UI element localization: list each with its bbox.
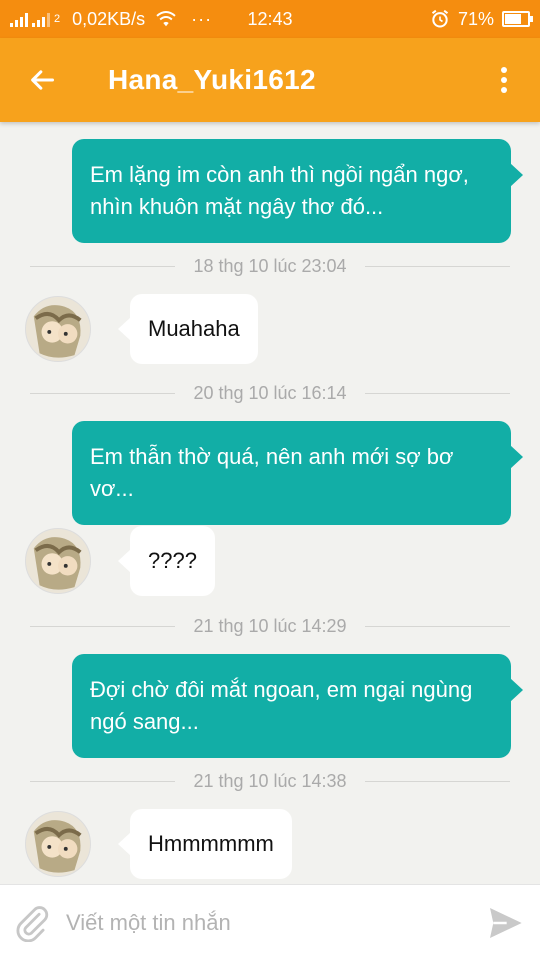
message-outgoing[interactable]: Em lặng im còn anh thì ngồi ngẩn ngơ, nh… (72, 139, 523, 243)
app-bar: Hana_Yuki1612 (0, 38, 540, 122)
more-options-button[interactable] (484, 60, 524, 100)
timestamp-divider: 20 thg 10 lúc 16:14 (30, 381, 510, 405)
status-right: 71% (430, 0, 533, 38)
timestamp-divider: 18 thg 10 lúc 23:04 (30, 254, 510, 278)
message-incoming[interactable]: Muahaha (118, 294, 258, 364)
message-incoming[interactable]: Hmmmmmm (118, 809, 292, 879)
avatar[interactable] (25, 528, 91, 594)
timestamp-text: 21 thg 10 lúc 14:38 (193, 770, 347, 791)
attach-button[interactable] (0, 885, 64, 960)
back-button[interactable] (0, 38, 84, 122)
message-incoming[interactable]: ???? (118, 526, 215, 596)
conversation-title: Hana_Yuki1612 (108, 64, 316, 95)
message-outgoing[interactable]: Đợi chờ đôi mắt ngoan, em ngại ngùng ngó… (72, 654, 523, 758)
message-outgoing[interactable]: Em thẫn thờ quá, nên anh mới sợ bơ vơ... (72, 421, 523, 525)
timestamp-text: 18 thg 10 lúc 23:04 (193, 255, 347, 276)
signal-icon (10, 11, 28, 27)
network-speed: 0,02KB/s (72, 8, 146, 29)
alarm-icon (431, 9, 449, 28)
send-button[interactable] (470, 885, 540, 960)
battery-icon (502, 11, 533, 27)
send-icon (490, 907, 522, 938)
timestamp-text: 21 thg 10 lúc 14:29 (193, 615, 347, 636)
overflow-dots: ··· (191, 8, 213, 29)
signal-icon-2 (32, 11, 50, 27)
message-input[interactable] (64, 909, 470, 936)
timestamp-divider: 21 thg 10 lúc 14:38 (30, 769, 510, 793)
battery-level-fill (505, 14, 521, 24)
battery-percent: 71% (457, 8, 494, 29)
status-bar: 2 0,02KB/s ··· 12:43 71% (0, 0, 540, 38)
message-list[interactable]: Em lặng im còn anh thì ngồi ngẩn ngơ, nh… (0, 122, 540, 884)
avatar[interactable] (25, 811, 91, 877)
sim-label: 2 (54, 13, 61, 25)
paperclip-icon (16, 905, 49, 942)
timestamp-divider: 21 thg 10 lúc 14:29 (30, 614, 510, 638)
wifi-icon (156, 11, 176, 27)
status-left: 2 0,02KB/s ··· (0, 9, 212, 30)
timestamp-text: 20 thg 10 lúc 16:14 (193, 382, 347, 403)
avatar[interactable] (25, 296, 91, 362)
back-arrow-icon (31, 70, 55, 90)
message-composer (0, 884, 540, 960)
more-vert-icon (501, 67, 507, 73)
